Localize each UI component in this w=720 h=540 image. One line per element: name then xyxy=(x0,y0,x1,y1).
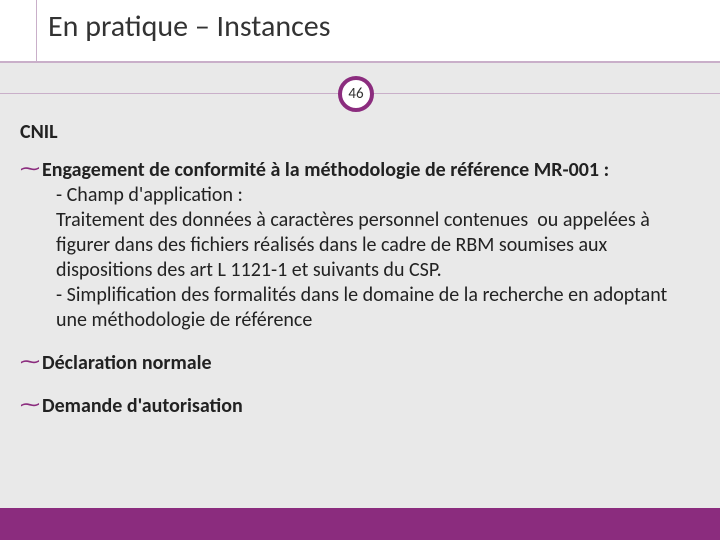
bullet-lead: Engagement de conformité à la méthodolog… xyxy=(42,158,609,182)
slide-title: En pratique – Instances xyxy=(48,8,330,45)
bullet-item: ⁓ Demande d'autorisation xyxy=(20,394,700,419)
bullet-marker-icon: ⁓ xyxy=(20,394,40,416)
bullet-subline: Traitement des données à caractères pers… xyxy=(56,208,700,283)
bullet-lead: Déclaration normale xyxy=(42,351,212,375)
footer-accent-bar xyxy=(0,508,720,540)
bullet-item: ⁓ Engagement de conformité à la méthodol… xyxy=(20,158,700,333)
slide-number: 46 xyxy=(348,85,363,103)
bullet-item: ⁓ Déclaration normale xyxy=(20,351,700,376)
title-area: En pratique – Instances xyxy=(0,0,720,62)
content-body: CNIL ⁓ Engagement de conformité à la mét… xyxy=(20,120,700,437)
section-heading: CNIL xyxy=(20,120,700,144)
title-vertical-rule xyxy=(36,0,37,62)
bullet-subline: - Champ d'application : xyxy=(56,183,700,208)
slide-number-badge: 46 xyxy=(338,76,374,112)
bullet-marker-icon: ⁓ xyxy=(20,158,40,180)
bullet-lead: Demande d'autorisation xyxy=(42,394,243,418)
slide-root: En pratique – Instances 46 CNIL ⁓ Engage… xyxy=(0,0,720,540)
bullet-marker-icon: ⁓ xyxy=(20,351,40,373)
divider-top xyxy=(0,62,720,63)
bullet-subline: - Simplification des formalités dans le … xyxy=(56,283,700,333)
